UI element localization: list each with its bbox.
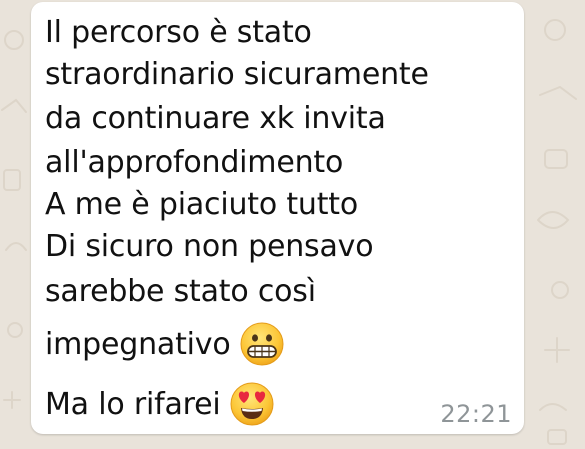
message-text: A me è piaciuto tutto xyxy=(45,186,358,222)
message-text: Ma lo rifarei xyxy=(45,386,221,422)
message-text: Il percorso è stato xyxy=(45,14,312,50)
heart-eyes-emoji-icon xyxy=(230,382,274,426)
message-text: all'approfondimento xyxy=(45,144,344,180)
message-line: sarebbe stato così xyxy=(45,268,512,314)
message-line: all'approfondimento xyxy=(45,140,512,184)
message-line: Il percorso è stato xyxy=(45,12,512,52)
message-text: sarebbe stato così xyxy=(45,273,316,309)
message-text: da continuare xk invita xyxy=(45,100,386,136)
grimacing-face-emoji-icon xyxy=(240,322,284,366)
message-text: impegnativo xyxy=(45,326,231,362)
message-line: straordinario sicuramente xyxy=(45,52,512,96)
message-line: A me è piaciuto tutto xyxy=(45,184,512,224)
message-text: straordinario sicuramente xyxy=(45,56,429,92)
message-line: da continuare xk invita xyxy=(45,96,512,140)
message-text: Di sicuro non pensavo xyxy=(45,228,374,264)
message-line: impegnativo xyxy=(45,314,512,374)
message-timestamp: 22:21 xyxy=(440,400,512,428)
message-line: Di sicuro non pensavo xyxy=(45,224,512,268)
message-bubble[interactable]: Il percorso è stato straordinario sicura… xyxy=(31,2,524,434)
